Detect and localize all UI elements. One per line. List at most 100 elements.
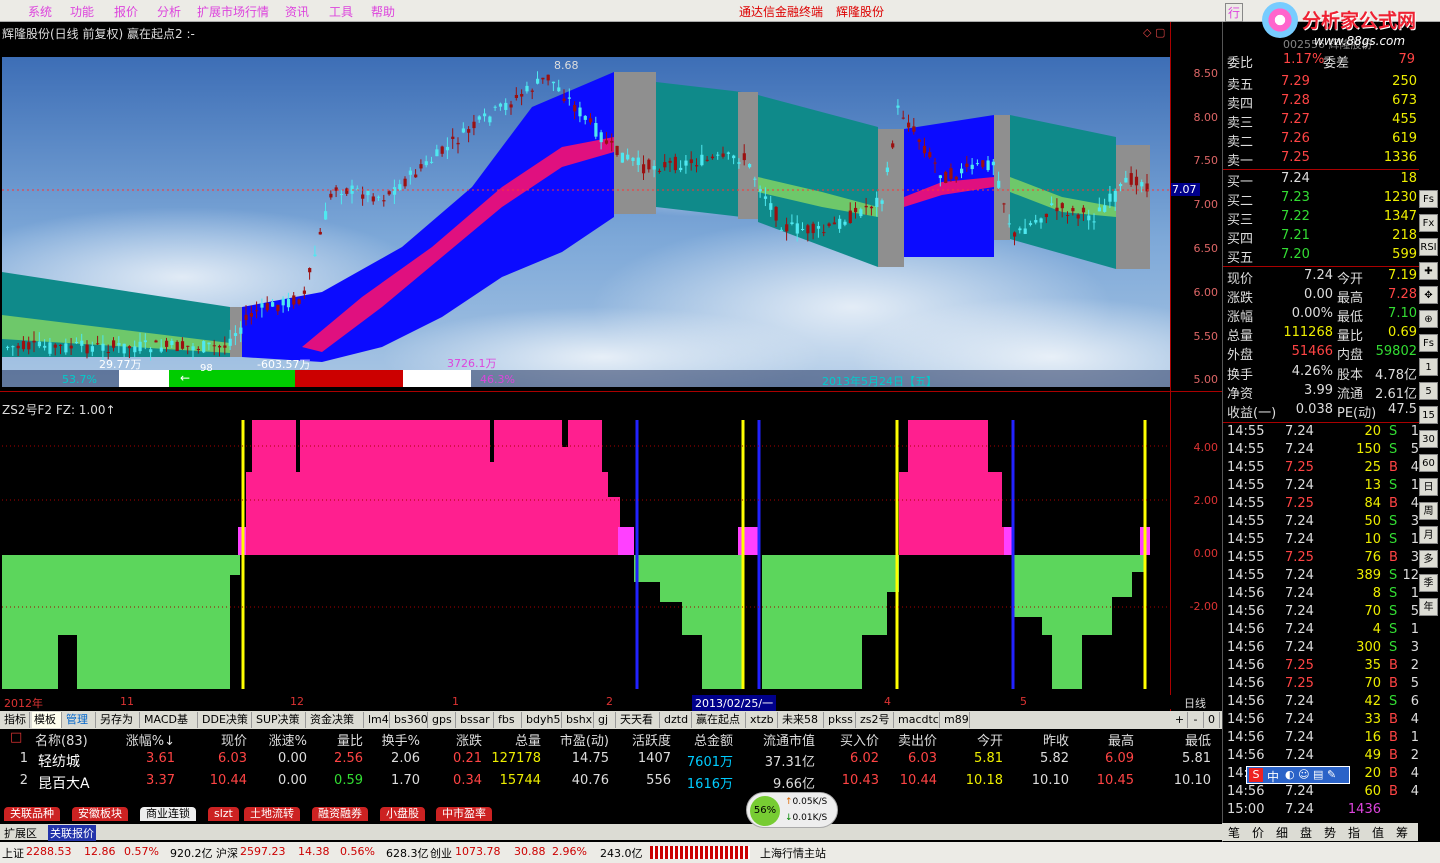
tool-icon-13[interactable]: 周 [1419,502,1438,520]
candle-body [710,156,715,159]
indicator-tab-3[interactable]: 另存为 [98,712,140,728]
tool-icon-2[interactable]: RSI [1419,238,1438,256]
quote-tab-6[interactable]: 值 [1372,824,1384,841]
tool-icon-11[interactable]: 60 [1419,454,1438,472]
candle-body [668,160,672,163]
tick-price: 7.24 [1285,478,1314,493]
menu-help[interactable]: 帮助 [371,3,395,20]
tool-icon-7[interactable]: 1 [1419,358,1438,376]
tool-icon-12[interactable]: 日 [1419,478,1438,496]
tab-control-0[interactable]: + [1172,712,1188,728]
sector-tab-6[interactable]: 小盘股 [380,807,425,821]
table-header-16[interactable]: 最高 [1054,730,1134,749]
quote-tab-2[interactable]: 细 [1276,824,1288,841]
tool-icon-3[interactable]: ✚ [1419,262,1438,280]
cy-index-change: 30.88 [514,845,546,858]
candle-body [986,160,990,171]
tool-icon-16[interactable]: 季 [1419,574,1438,592]
indicator-tab-22[interactable]: zs2号 [858,712,894,728]
tool-icon-15[interactable]: 多 [1419,550,1438,568]
indicator-tab-1[interactable]: 模板 [32,712,62,728]
indicator-tab-13[interactable]: bdyh5 [524,712,562,728]
indicator-tab-11[interactable]: bssar [458,712,494,728]
quote-toggle-button[interactable]: 行 [1225,3,1244,22]
indicator-tab-24[interactable]: m89 [942,712,970,728]
indicator-tab-5[interactable]: DDE决策 [200,712,252,728]
ind-axis-tick: -2.00 [1189,600,1218,613]
indicator-tab-7[interactable]: 资金决策 [308,712,364,728]
table-header-1[interactable]: 涨幅%↓ [95,730,175,749]
tab-control-2[interactable]: 0 [1204,712,1220,728]
table-header-select-icon[interactable]: □ [10,730,22,745]
sz-index-value: 2597.23 [240,845,286,858]
menu-analysis[interactable]: 分析 [157,3,181,20]
sector-tab-7[interactable]: 中市盈率 [436,807,492,821]
ask-price: 7.26 [1281,131,1310,146]
sector-tab-1[interactable]: 安徽板块 [72,807,128,821]
sector-tab-5[interactable]: 融资融券 [312,807,368,821]
indicator-tab-2[interactable]: 管理 [64,712,96,728]
indicator-tab-12[interactable]: fbs [496,712,522,728]
indicator-tab-8[interactable]: lm4 [366,712,390,728]
price-chart[interactable]: 8.68 29.77万 98 -603.57万 3726.1万 53.7% ← … [2,57,1170,387]
tool-icon-8[interactable]: 5 [1419,382,1438,400]
period-label[interactable]: 日线 [1184,695,1206,711]
indicator-tab-0[interactable]: 指标 [2,712,30,728]
indicator-tab-15[interactable]: gj [596,712,616,728]
quote-tab-4[interactable]: 势 [1324,824,1336,841]
tool-icon-5[interactable]: ⊕ [1419,310,1438,328]
menu-quote[interactable]: 报价 [114,3,138,20]
tab-control-1[interactable]: - [1188,712,1204,728]
quote-tab-1[interactable]: 价 [1252,824,1264,841]
menu-news[interactable]: 资讯 [285,3,309,20]
indicator-chart[interactable] [2,417,1170,691]
sector-tab-0[interactable]: 关联品种 [4,807,60,821]
quote-tab-0[interactable]: 笔 [1228,824,1240,841]
row-index: 1 [19,751,28,766]
indicator-tab-16[interactable]: 天天看 [618,712,660,728]
indicator-tab-9[interactable]: bs360 [392,712,428,728]
tool-icon-14[interactable]: 月 [1419,526,1438,544]
indicator-tab-14[interactable]: bshx [564,712,594,728]
related-quote-tab[interactable]: 关联报价 [48,825,96,841]
tool-icon-17[interactable]: 年 [1419,598,1438,616]
tool-icon-0[interactable]: Fs [1419,190,1438,208]
quote-tab-3[interactable]: 盘 [1300,824,1312,841]
quote-tab-7[interactable]: 筹 [1396,824,1408,841]
tool-icon-6[interactable]: Fs [1419,334,1438,352]
sector-tab-3[interactable]: slzt [208,807,239,821]
table-header-10[interactable]: 总金额 [653,730,733,749]
indicator-title-text: ZS2号F2 FZ: 1.00↑ [2,403,116,417]
tool-icon-10[interactable]: 30 [1419,430,1438,448]
indicator-tab-18[interactable]: 赢在起点 [694,712,746,728]
menu-tools[interactable]: 工具 [329,3,353,20]
axis-tick: 6.00 [1193,286,1219,299]
table-header-17[interactable]: 最低 [1131,730,1211,749]
indicator-tab-23[interactable]: macdtc [896,712,940,728]
quote-tab-5[interactable]: 指 [1348,824,1360,841]
indicator-tab-10[interactable]: gps [430,712,456,728]
tool-icon-1[interactable]: Fx [1419,214,1438,232]
sector-tab-4[interactable]: 土地流转 [244,807,300,821]
indicator-tab-21[interactable]: pkss [826,712,856,728]
menu-function[interactable]: 功能 [70,3,94,20]
ask-level-label: 卖二 [1227,135,1254,150]
menu-ext-market[interactable]: 扩展市场行情 [197,3,269,20]
tool-icon-4[interactable]: ✥ [1419,286,1438,304]
tool-icon-9[interactable]: 15 [1419,406,1438,424]
indicator-tab-20[interactable]: 未来58 [780,712,824,728]
indicator-tab-19[interactable]: xtzb [748,712,778,728]
sector-tab-2[interactable]: 商业连锁 [140,807,196,821]
table-row[interactable]: 2 昆百大A 3.37 10.44 0.00 0.59 1.70 0.34 15744 40.76… [0,773,1222,793]
chart-window-controls-icon[interactable]: ◇ ▢ [1143,26,1165,39]
ime-toolbar[interactable]: S 中 ◐ ☺ ▤ ✎ [1246,766,1350,784]
indicator-tab-4[interactable]: MACD基本 [142,712,198,742]
expand-area-tab[interactable]: 扩展区 [4,825,37,841]
candle-body [366,190,370,196]
menu-system[interactable]: 系统 [28,3,52,20]
ime-options-icon[interactable]: ◐ ☺ ▤ ✎ [1285,768,1336,781]
indicator-tab-6[interactable]: SUP决策 [254,712,306,728]
ime-chinese-toggle[interactable]: 中 [1267,768,1279,785]
indicator-tab-17[interactable]: dztd [662,712,692,728]
table-row[interactable]: 1 轻纺城 3.61 6.03 0.00 2.56 2.06 0.21 127178 14.75 1… [0,751,1222,771]
